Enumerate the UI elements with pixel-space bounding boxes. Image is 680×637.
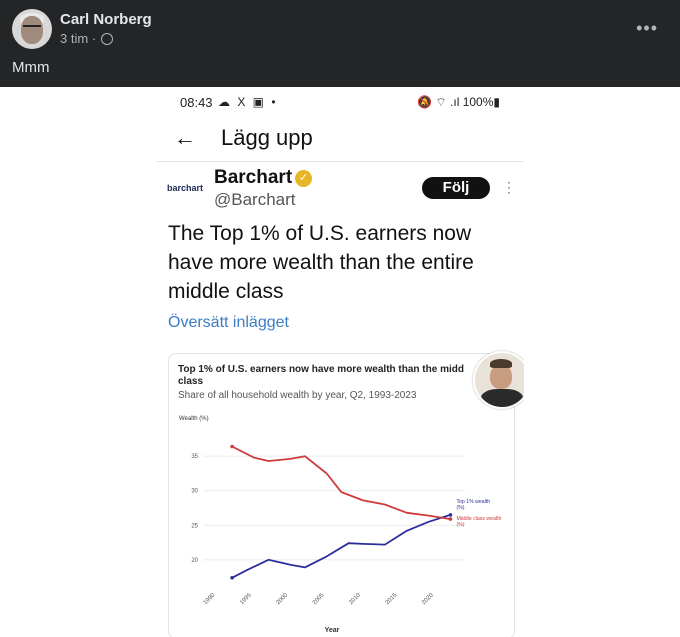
y-tick-label: 35 [191, 454, 198, 460]
post-text: Mmm [12, 59, 50, 76]
data-point [230, 444, 234, 449]
data-point [448, 517, 453, 521]
person-body [481, 389, 523, 407]
globe-icon [101, 32, 114, 45]
series-label-unit: (%) [456, 505, 464, 511]
status-time: 08:43 [180, 95, 213, 110]
y-axis-label: Wealth (%) [179, 416, 209, 422]
follow-button[interactable]: Följ [422, 177, 490, 199]
tweet-text: The Top 1% of U.S. earners now have more… [168, 222, 474, 303]
author-name[interactable]: Carl Norberg [60, 11, 152, 28]
avatar-glasses [23, 25, 41, 31]
person-avatar-overlay [473, 351, 524, 409]
status-system-icons: 🔕 ⌔ .ıl 100%▮ [417, 95, 500, 109]
status-bar: 08:43 ☁ X ▣ • 🔕 ⌔ .ıl 100%▮ [156, 87, 524, 115]
x-tick-label: 1990 [203, 592, 217, 606]
divider [156, 161, 524, 162]
chart-image[interactable]: Top 1% of U.S. earners now have more wea… [168, 353, 515, 637]
screen-title: Lägg upp [221, 125, 313, 150]
series-line [231, 514, 451, 579]
account-name[interactable]: Barchart [214, 167, 292, 189]
back-arrow-icon[interactable]: ← [174, 125, 196, 151]
person-face [490, 365, 512, 389]
translate-link[interactable]: Översätt inlägget [168, 314, 289, 332]
data-point [230, 575, 234, 580]
data-point [448, 513, 453, 517]
y-tick-label: 20 [191, 558, 198, 564]
author-avatar[interactable] [12, 9, 52, 49]
y-tick-label: 25 [191, 523, 198, 529]
person-hair [490, 359, 512, 368]
status-notification-icons: ☁ X ▣ • [218, 95, 278, 109]
shared-screenshot[interactable]: 08:43 ☁ X ▣ • 🔕 ⌔ .ıl 100%▮ ← Lägg upp b… [156, 87, 524, 637]
x-tick-label: 2020 [421, 592, 435, 606]
x-tick-label: 1995 [239, 592, 253, 606]
x-tick-label: 2015 [385, 592, 399, 606]
verified-badge-icon: ✓ [295, 170, 312, 187]
wealth-line-chart: Wealth (%) 20 25 30 35 1990 1995 2000 2005 2010 20… [179, 416, 502, 634]
x-axis-label: Year [325, 627, 340, 634]
x-tick-label: 2005 [312, 592, 326, 606]
more-dots-icon[interactable]: ••• [636, 18, 658, 39]
post-time[interactable]: 3 tim · [60, 31, 96, 46]
x-tick-label: 2010 [348, 592, 362, 606]
more-options-icon[interactable]: ⋮ [502, 179, 516, 196]
barchart-logo[interactable]: barchart [167, 183, 203, 193]
series-label-unit: (%) [456, 522, 464, 528]
account-handle[interactable]: @Barchart [214, 190, 296, 210]
post-meta: 3 tim · [60, 31, 114, 46]
y-tick-label: 30 [191, 489, 198, 495]
facebook-post-header: Carl Norberg 3 tim · ••• Mmm [0, 0, 680, 87]
series-line [231, 445, 451, 520]
x-tick-label: 2000 [276, 592, 290, 606]
